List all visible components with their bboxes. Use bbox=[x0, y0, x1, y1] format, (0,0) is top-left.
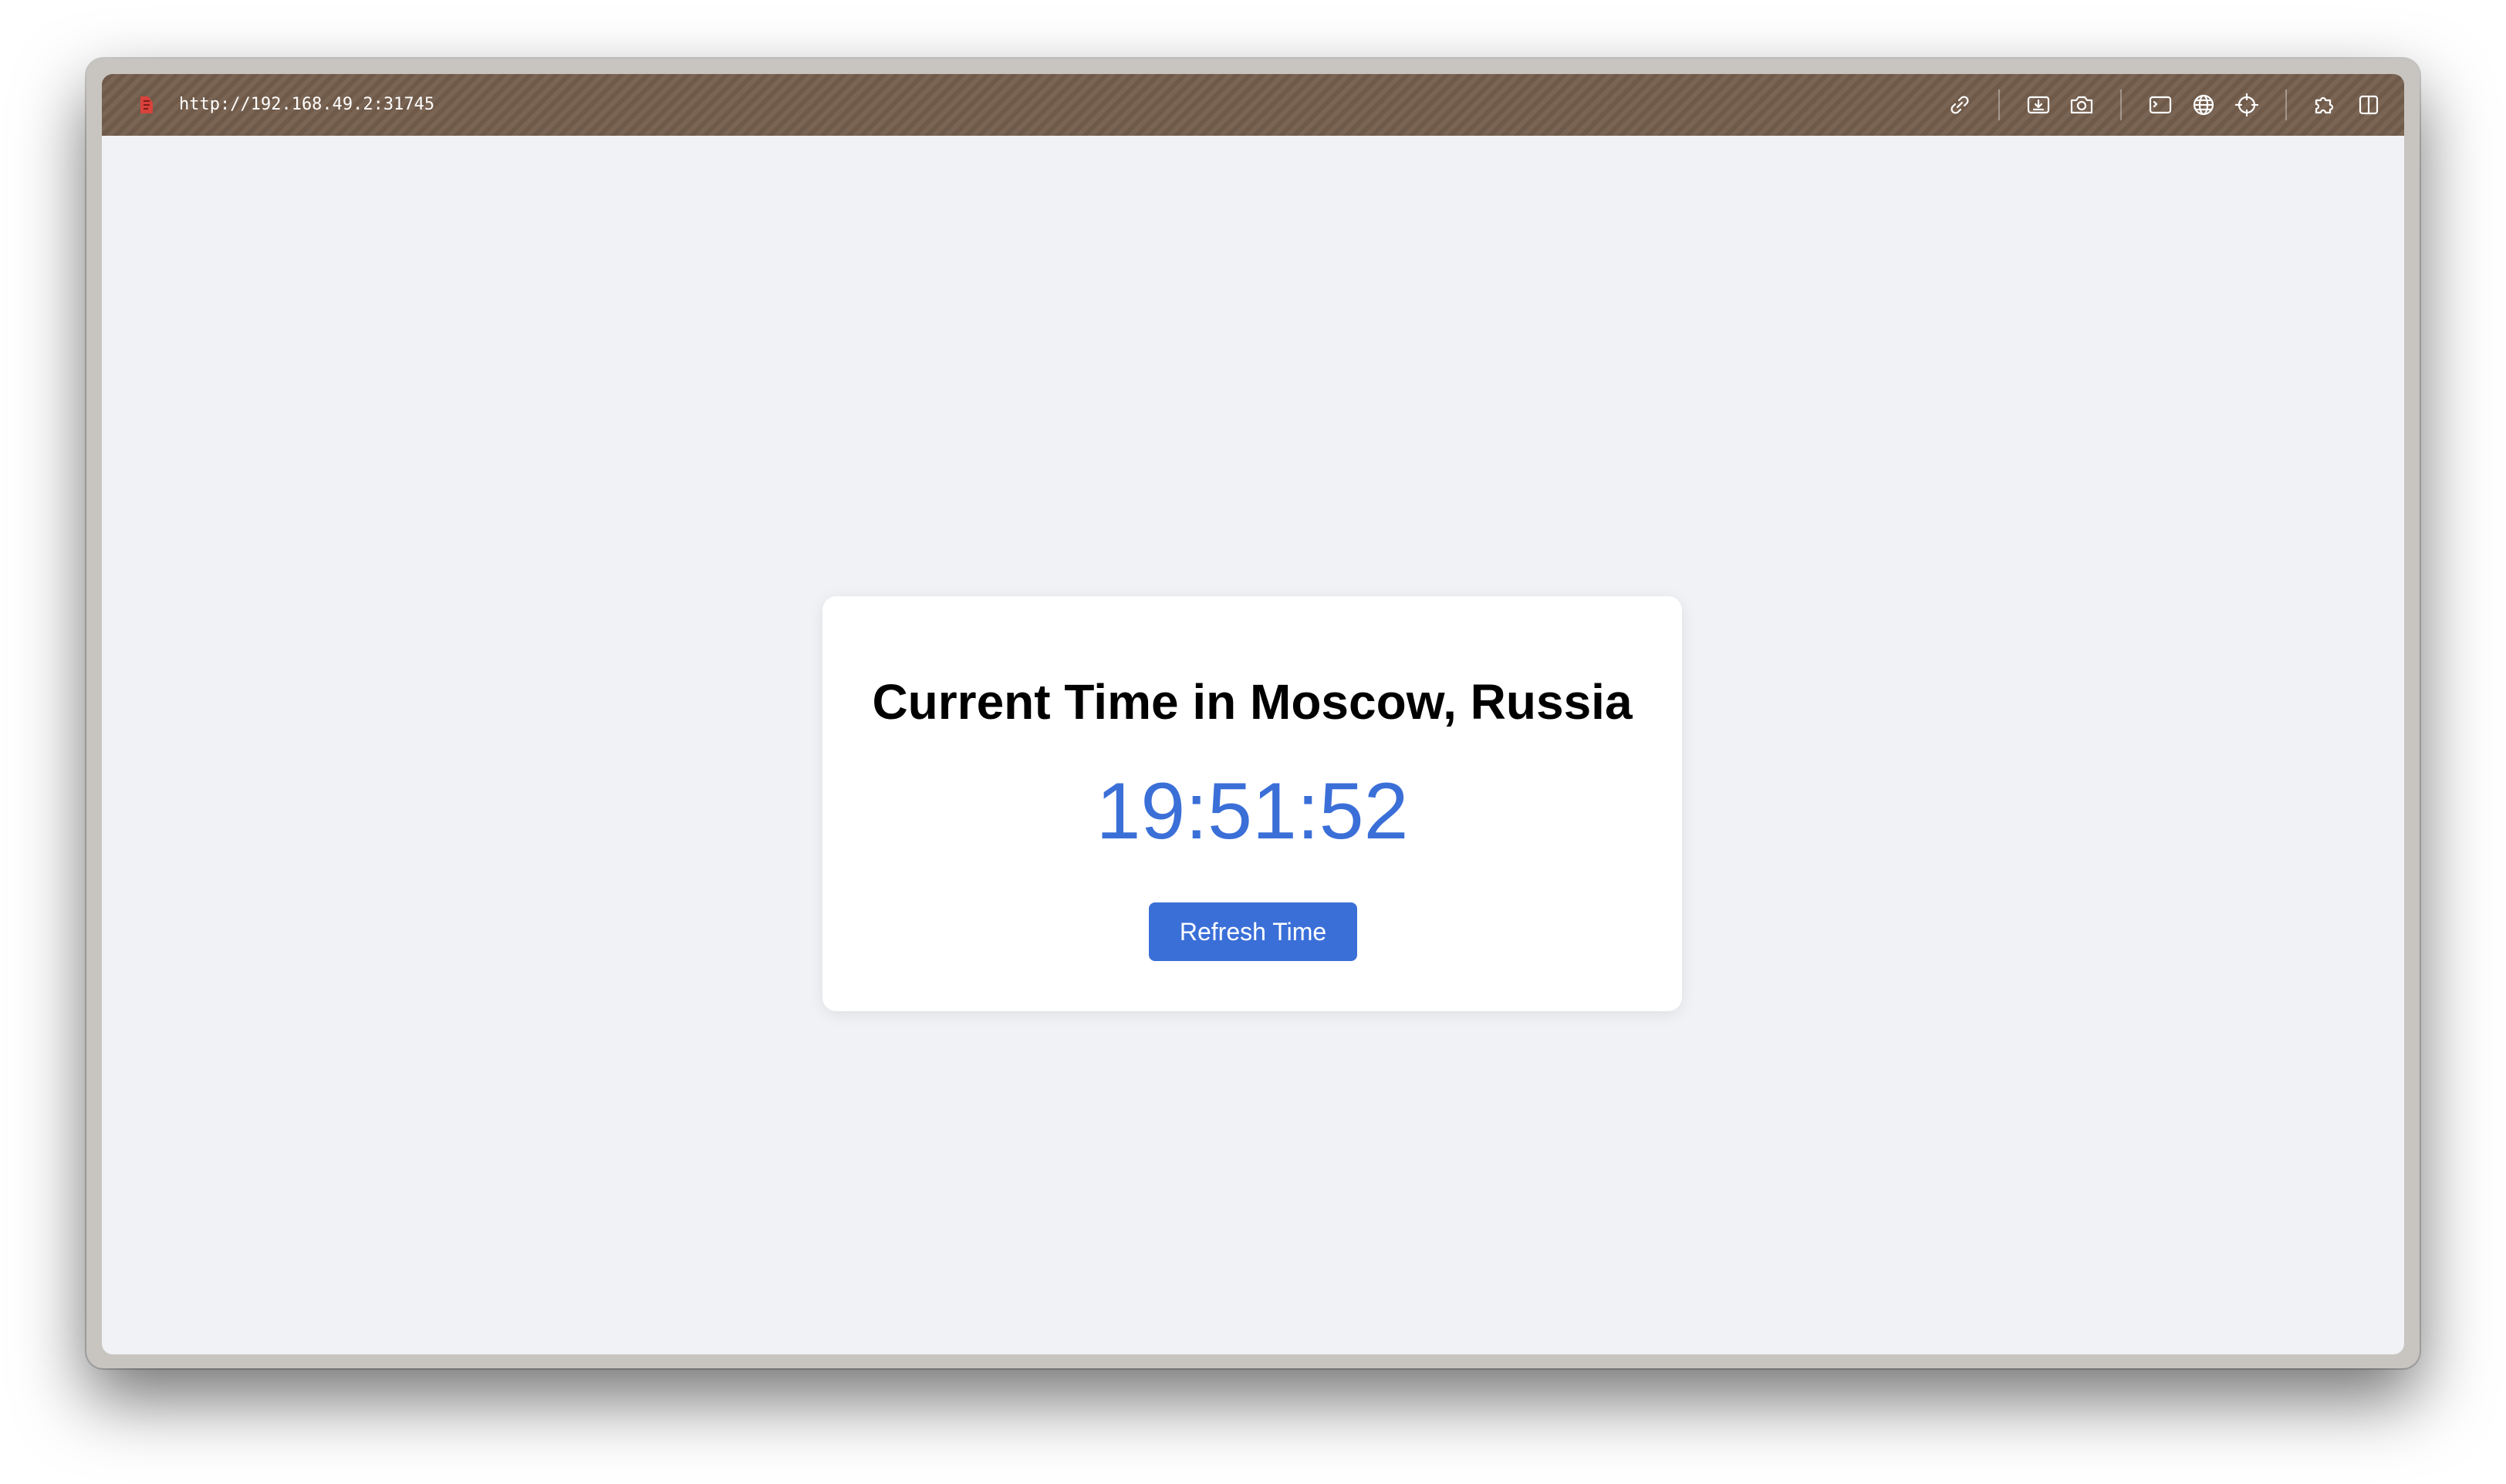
time-card: Current Time in Moscow, Russia 19:51:52 … bbox=[822, 596, 1682, 1011]
address-bar-url[interactable]: http://192.168.49.2:31745 bbox=[179, 91, 434, 119]
extension-icon[interactable] bbox=[2308, 88, 2342, 122]
globe-icon[interactable] bbox=[2187, 88, 2221, 122]
page-viewport: Current Time in Moscow, Russia 19:51:52 … bbox=[102, 136, 2404, 1354]
browser-window: http://192.168.49.2:31745 Current Time i… bbox=[86, 59, 2420, 1368]
camera-icon[interactable] bbox=[2065, 88, 2099, 122]
split-view-icon[interactable] bbox=[2352, 88, 2386, 122]
terminal-icon[interactable] bbox=[2143, 88, 2177, 122]
toolbar-divider bbox=[2285, 89, 2287, 120]
toolbar-divider bbox=[2120, 89, 2122, 120]
browser-titlebar: http://192.168.49.2:31745 bbox=[102, 74, 2404, 136]
browser-toolbar bbox=[1934, 88, 2386, 122]
toolbar-divider bbox=[1998, 89, 2000, 120]
crosshair-icon[interactable] bbox=[2230, 88, 2264, 122]
download-icon[interactable] bbox=[2021, 88, 2055, 122]
app-icon bbox=[133, 91, 160, 119]
page-title: Current Time in Moscow, Russia bbox=[872, 674, 1633, 730]
link-icon[interactable] bbox=[1943, 88, 1977, 122]
refresh-time-button[interactable]: Refresh Time bbox=[1149, 902, 1357, 961]
time-display: 19:51:52 bbox=[1096, 767, 1409, 856]
